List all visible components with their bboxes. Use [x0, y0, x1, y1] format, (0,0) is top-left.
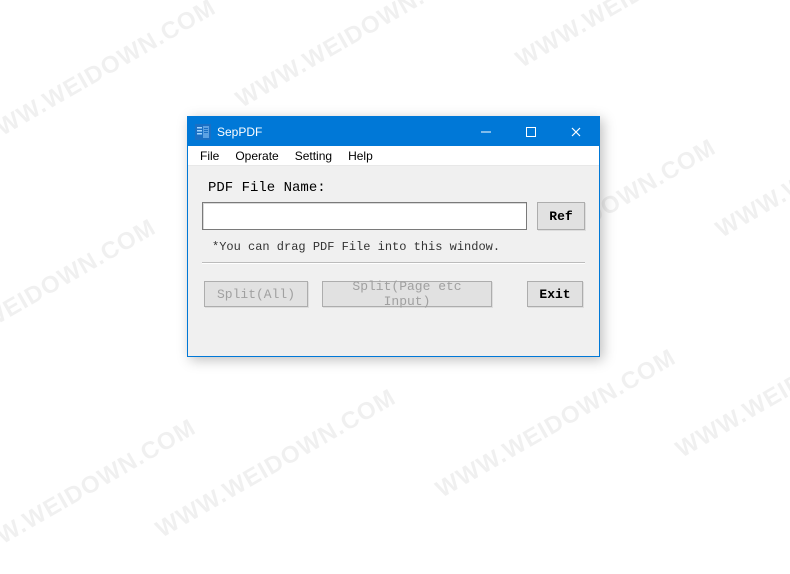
menubar: File Operate Setting Help	[188, 146, 599, 166]
maximize-button[interactable]	[508, 117, 553, 146]
window-controls	[463, 117, 599, 146]
watermark: WWW.WEIDOWN.COM	[0, 214, 161, 374]
menu-setting[interactable]: Setting	[287, 147, 340, 165]
minimize-button[interactable]	[463, 117, 508, 146]
ref-button[interactable]: Ref	[537, 202, 585, 230]
exit-button[interactable]: Exit	[527, 281, 583, 307]
app-window: SepPDF File Operate Setting Help PDF Fil…	[187, 116, 600, 357]
watermark: WWW.WEIDOWN.COM	[431, 344, 681, 504]
menu-operate[interactable]: Operate	[227, 147, 286, 165]
watermark: WWW.WEIDOWN.COM	[711, 84, 790, 244]
split-page-button[interactable]: Split(Page etc Input)	[322, 281, 492, 307]
titlebar[interactable]: SepPDF	[188, 117, 599, 146]
app-icon	[195, 124, 211, 140]
close-button[interactable]	[553, 117, 599, 146]
button-row: Split(All) Split(Page etc Input) Exit	[202, 281, 585, 307]
watermark: WWW.WEIDOWN.COM	[231, 0, 481, 114]
watermark: WWW.WEIDOWN.COM	[0, 414, 201, 574]
filename-row: Ref	[202, 202, 585, 230]
separator	[202, 262, 585, 263]
watermark: WWW.WEIDOWN.COM	[511, 0, 761, 74]
watermark: WWW.WEIDOWN.COM	[151, 384, 401, 544]
window-title: SepPDF	[217, 125, 463, 139]
drag-hint: *You can drag PDF File into this window.	[212, 240, 585, 254]
pdf-filename-label: PDF File Name:	[208, 180, 585, 196]
menu-help[interactable]: Help	[340, 147, 381, 165]
client-area: PDF File Name: Ref *You can drag PDF Fil…	[188, 166, 599, 319]
split-all-button[interactable]: Split(All)	[204, 281, 308, 307]
watermark: WWW.WEIDOWN.COM	[671, 304, 790, 464]
menu-file[interactable]: File	[192, 147, 227, 165]
pdf-filename-input[interactable]	[202, 202, 527, 230]
